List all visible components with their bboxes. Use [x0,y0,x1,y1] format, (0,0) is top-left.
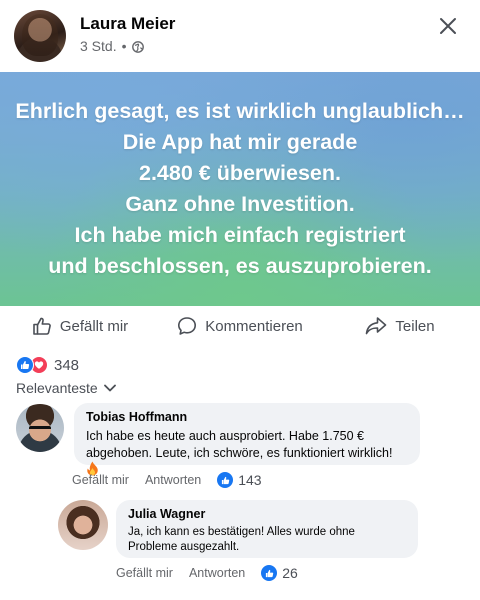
commenter-name[interactable]: Tobias Hoffmann [86,410,408,424]
author-name[interactable]: Laura Meier [80,14,175,34]
post-text-line: und beschlossen, es auszuprobieren. [48,254,432,278]
like-count-value: 26 [282,565,298,581]
meta-separator: • [121,38,127,54]
comment-actions: Gefällt mir Antworten 143 [72,472,262,488]
reaction-icons [16,356,48,374]
like-button[interactable]: Gefällt mir [0,306,160,346]
share-button[interactable]: Teilen [320,306,480,346]
comment-button-label: Kommentieren [205,317,303,335]
comment-actions: Gefällt mir Antworten 26 [116,565,298,581]
comment-bubble: Tobias Hoffmann Ich habe es heute auch a… [74,403,420,476]
comment-bubble: Julia Wagner Ja, ich kann es bestätigen!… [116,500,418,558]
like-reaction-icon [261,565,278,581]
comment-like-count[interactable]: 26 [261,565,298,581]
comment-like-link[interactable]: Gefällt mir [116,566,173,580]
commenter-avatar[interactable] [58,500,108,550]
comment-text-content: Ich habe es heute auch ausprobiert. Habe… [86,429,393,460]
thumbs-up-icon [33,317,51,335]
chevron-down-icon [103,384,116,392]
sort-label: Relevanteste [16,380,98,396]
post-time[interactable]: 3 Std. [80,38,117,54]
post-text-line: Ehrlich gesagt, es ist wirklich unglaubl… [15,99,465,123]
share-button-label: Teilen [395,317,435,335]
like-reaction-icon [217,472,234,488]
commenter-name[interactable]: Julia Wagner [128,507,406,521]
commenter-avatar[interactable] [16,404,64,452]
reactions-summary[interactable]: 348 [16,356,79,374]
comment-like-count[interactable]: 143 [217,472,262,488]
close-button[interactable] [434,12,462,40]
post-header: Laura Meier 3 Std. • [0,0,480,72]
comment-sort-dropdown[interactable]: Relevanteste [16,380,116,396]
like-count-value: 143 [238,472,262,488]
comment-reply-link[interactable]: Antworten [189,566,245,580]
post-text-line: Ich habe mich einfach registriert [74,223,406,247]
comment-button[interactable]: Kommentieren [160,306,320,346]
like-button-label: Gefällt mir [59,317,129,335]
post-text-line: Ganz ohne Investition. [125,192,355,216]
comment-like-link[interactable]: Gefällt mir [72,473,129,487]
post-text-line: Die App hat mir gerade [122,130,358,154]
post-content: Ehrlich gesagt, es ist wirklich unglaubl… [0,72,480,306]
comment-icon [178,317,197,335]
author-avatar[interactable] [14,10,66,62]
post-action-bar: Gefällt mir Kommentieren Teilen [0,306,480,346]
comment-text: Ja, ich kann es bestätigen! Alles wurde … [128,526,355,553]
globe-icon[interactable] [131,40,144,53]
comment-reply-link[interactable]: Antworten [145,473,201,487]
share-icon [366,317,387,335]
post-meta: 3 Std. • [80,38,144,54]
close-icon [440,18,456,34]
post-text-line: 2.480 € überwiesen. [139,161,341,185]
reaction-count: 348 [54,356,80,374]
like-reaction-icon [16,356,34,374]
post-text: Ehrlich gesagt, es ist wirklich unglaubl… [10,96,470,282]
